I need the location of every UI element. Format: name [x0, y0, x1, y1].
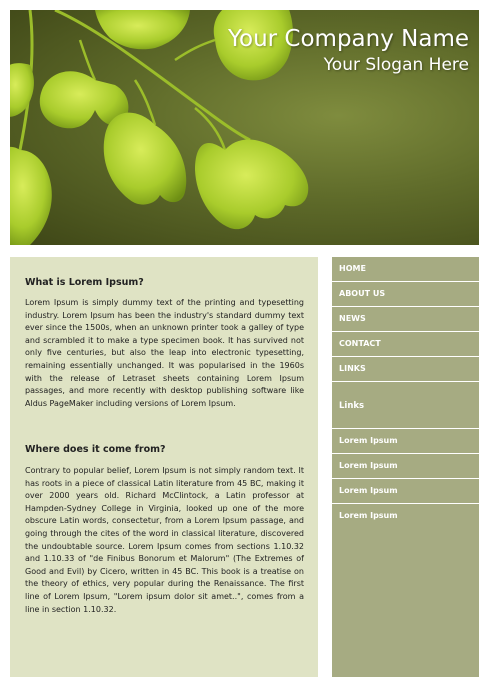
links-heading: Links	[332, 382, 479, 429]
nav-item-news[interactable]: NEWS	[332, 307, 479, 332]
section-heading: Where does it come from?	[25, 444, 166, 455]
link-item[interactable]: Lorem Ipsum	[332, 479, 479, 504]
section-paragraph: Contrary to popular belief, Lorem Ipsum …	[25, 466, 304, 614]
link-item[interactable]: Lorem Ipsum	[332, 454, 479, 479]
company-slogan: Your Slogan Here	[323, 55, 469, 75]
section-paragraph: Lorem Ipsum is simply dummy text of the …	[25, 298, 304, 408]
sidebar: HOME ABOUT US NEWS CONTACT LINKS Links L…	[332, 257, 479, 677]
link-item[interactable]: Lorem Ipsum	[332, 504, 479, 528]
header-banner: Your Company Name Your Slogan Here	[10, 10, 479, 245]
main-content: What is Lorem Ipsum? Lorem Ipsum is simp…	[10, 257, 318, 677]
company-name: Your Company Name	[228, 26, 469, 52]
section-heading: What is Lorem Ipsum?	[25, 277, 144, 288]
link-item[interactable]: Lorem Ipsum	[332, 429, 479, 454]
nav-item-contact[interactable]: CONTACT	[332, 332, 479, 357]
nav-item-about-us[interactable]: ABOUT US	[332, 282, 479, 307]
nav-item-home[interactable]: HOME	[332, 257, 479, 282]
nav-item-links[interactable]: LINKS	[332, 357, 479, 382]
